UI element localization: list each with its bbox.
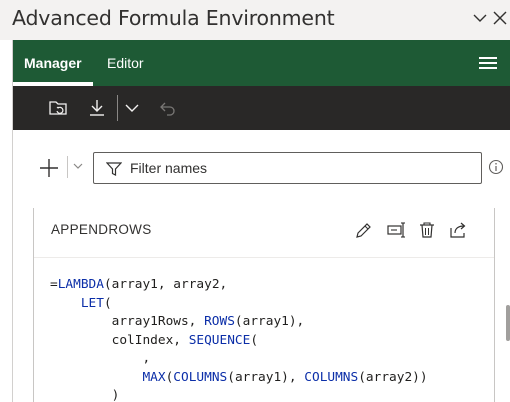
code-text: ) [50,388,120,402]
window-title: Advanced Formula Environment [12,6,335,30]
code-text: = [50,277,58,292]
code-line: colIndex, SEQUENCE( [50,332,428,351]
code-text: ( [250,332,259,348]
code-keyword: LAMBDA [57,277,104,292]
add-icon[interactable] [38,157,60,179]
add-separator [67,156,68,178]
code-keyword: COLUMNS [173,369,228,385]
scrollbar-thumb[interactable] [506,305,510,341]
folder-refresh-icon[interactable] [47,97,69,119]
code-line: array1Rows, ROWS(array1), [50,313,428,332]
code-line: ) [50,387,428,402]
title-bar: Advanced Formula Environment [0,0,510,40]
code-text: (array1), [227,369,305,385]
task-pane: Manager Editor Filter names APPENDROWS =… [12,40,510,402]
delete-icon[interactable] [417,220,437,240]
code-text: , [50,351,151,366]
code-keyword: MAX [142,369,166,385]
filter-icon [106,162,122,176]
edit-icon[interactable] [354,220,374,240]
code-keyword: ROWS [204,314,235,329]
info-icon[interactable] [488,159,504,175]
code-keyword: SEQUENCE [188,332,251,348]
toolbar-separator [117,95,118,121]
code-text: array1Rows, [50,314,205,329]
chevron-down-icon[interactable] [121,97,143,119]
code-text: colIndex, [50,332,189,348]
code-keyword: COLUMNS [304,369,359,385]
chevron-down-icon[interactable] [470,8,490,28]
tab-editor[interactable]: Editor [107,55,144,71]
tab-manager[interactable]: Manager [24,55,82,71]
share-icon[interactable] [448,220,468,240]
nav-bar: Manager Editor [13,40,510,86]
close-icon[interactable] [490,8,510,28]
menu-icon[interactable] [479,57,497,71]
filter-names-input[interactable] [130,158,470,178]
code-text: (array1, array2, [103,277,228,292]
undo-icon[interactable] [157,97,179,119]
formula-card: APPENDROWS =LAMBDA(array1, array2, LET(… [33,208,495,402]
code-keyword: LET [80,295,104,311]
code-line: , [50,350,428,369]
formula-name: APPENDROWS [51,222,152,237]
toolbar [13,86,510,130]
card-header: APPENDROWS [34,208,494,258]
code-text: (array1), [234,314,305,329]
code-text: (array2)) [358,369,428,385]
rename-icon[interactable] [386,220,406,240]
code-text: ( [103,295,112,311]
formula-code: =LAMBDA(array1, array2, LET( array1Rows,… [50,276,428,402]
code-line: MAX(COLUMNS(array1), COLUMNS(array2)) [50,369,428,388]
code-line: =LAMBDA(array1, array2, [50,276,428,295]
filter-box [93,152,482,184]
code-line: LET( [50,295,428,314]
download-icon[interactable] [86,97,108,119]
filter-row [13,150,510,186]
chevron-down-icon[interactable] [72,160,84,172]
